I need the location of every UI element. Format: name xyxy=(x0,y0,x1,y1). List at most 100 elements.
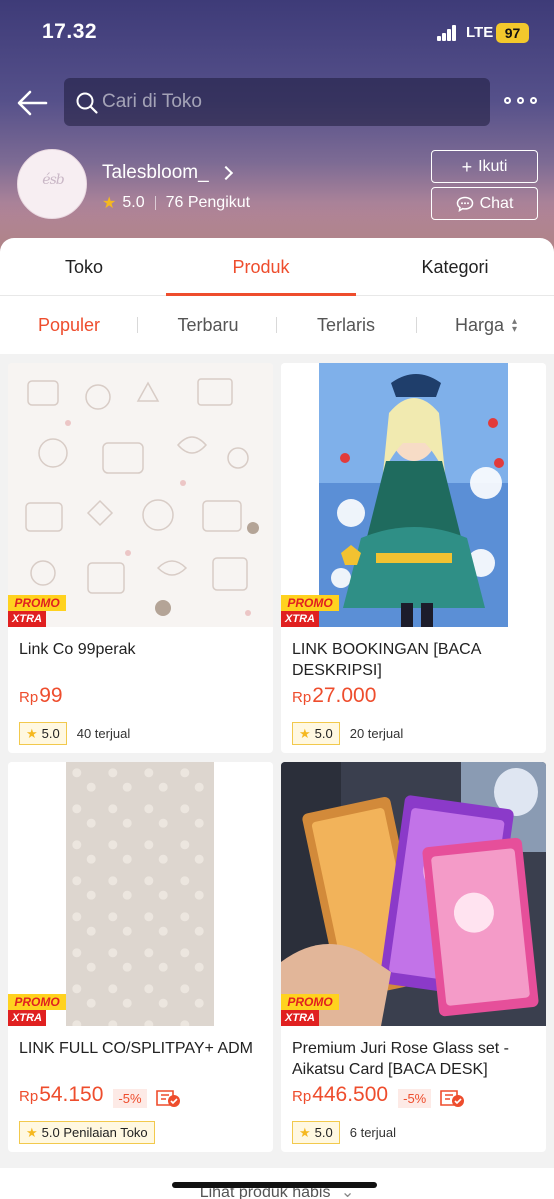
shop-rating: 5.0 xyxy=(122,194,145,211)
chat-button[interactable]: Chat xyxy=(431,187,538,220)
product-price: Rp 54.150 -5% xyxy=(19,1083,181,1113)
product-title: LINK BOOKINGAN [BACA DESKRIPSI] xyxy=(292,641,481,679)
xtra-label: XTRA xyxy=(8,1010,46,1026)
product-title: LINK FULL CO/SPLITPAY+ ADM xyxy=(19,1040,253,1057)
trading-cards-image xyxy=(281,762,546,1026)
rating-badge: ★ 5.0 xyxy=(292,722,340,745)
sort-bar: Populer Terbaru Terlaris Harga ▴ ▾ xyxy=(0,296,554,354)
product-card[interactable]: PROMO XTRA LINK FULL CO/SPLITPAY+ ADM Rp… xyxy=(8,762,273,1152)
price-value: 27.000 xyxy=(312,684,377,707)
plus-icon: + xyxy=(461,156,473,177)
more-dot xyxy=(517,97,524,104)
product-title: Premium Juri Rose Glass set - Aikatsu Ca… xyxy=(292,1040,509,1078)
sold-count: 40 terjual xyxy=(76,726,131,741)
product-image: PROMO XTRA xyxy=(281,363,546,627)
follow-button[interactable]: + Ikuti xyxy=(431,150,538,183)
chat-icon xyxy=(456,196,473,212)
rating-badge: ★ 5.0 xyxy=(19,722,67,745)
star-icon: ★ xyxy=(26,1124,38,1140)
product-price: Rp 27.000 xyxy=(292,684,376,714)
rating-badge: ★ 5.0 xyxy=(292,1121,340,1144)
discount-badge: -5% xyxy=(398,1088,432,1108)
sort-terlaris[interactable]: Terlaris xyxy=(286,296,406,354)
xtra-label: XTRA xyxy=(281,1010,319,1026)
rating-value: 5.0 xyxy=(314,1125,333,1140)
tab-kategori[interactable]: Kategori xyxy=(385,238,525,296)
sort-harga-label: Harga xyxy=(454,315,504,335)
network-type: LTE xyxy=(466,24,494,41)
search-box[interactable] xyxy=(64,78,490,126)
shop-info: ésb Talesbloom_ ★ 5.0 76 Pengikut + Ikut… xyxy=(0,146,554,226)
star-icon: ★ xyxy=(299,725,311,741)
divider xyxy=(276,317,277,333)
sort-populer[interactable]: Populer xyxy=(8,296,130,354)
star-icon: ★ xyxy=(102,195,117,212)
follow-label: Ikuti xyxy=(478,157,508,175)
promo-label: PROMO xyxy=(8,595,66,611)
search-input[interactable] xyxy=(102,78,472,126)
discount-badge: -5% xyxy=(113,1088,147,1108)
shop-name-link[interactable]: Talesbloom_ xyxy=(102,160,233,186)
promo-label: PROMO xyxy=(281,595,339,611)
product-card[interactable]: PROMO XTRA Premium Juri Rose Glass set -… xyxy=(281,762,546,1152)
rating-value: 5.0 xyxy=(314,726,333,741)
more-dots-icon xyxy=(504,97,511,104)
price-currency: Rp xyxy=(19,1088,39,1105)
star-icon: ★ xyxy=(299,1124,311,1140)
star-icon: ★ xyxy=(26,725,38,741)
sold-count: 6 terjual xyxy=(349,1125,396,1140)
more-options-button[interactable] xyxy=(504,90,540,114)
divider xyxy=(137,317,138,333)
xtra-label: XTRA xyxy=(281,611,319,627)
shop-stats: ★ 5.0 76 Pengikut xyxy=(102,193,250,213)
price-value: 54.150 xyxy=(39,1083,104,1106)
status-time: 17.32 xyxy=(42,20,98,43)
shop-name: Talesbloom_ xyxy=(102,162,209,183)
battery-icon: 97 xyxy=(496,23,529,43)
sold-count: 20 terjual xyxy=(349,726,404,741)
signal-icon xyxy=(437,25,457,41)
back-arrow-icon xyxy=(17,90,48,116)
tab-produk[interactable]: Produk xyxy=(166,238,356,296)
chevron-right-icon xyxy=(218,165,233,181)
sort-terbaru[interactable]: Terbaru xyxy=(148,296,268,354)
back-button[interactable] xyxy=(14,84,52,122)
promo-xtra-badge: PROMO XTRA xyxy=(8,595,66,627)
product-price: Rp 99 xyxy=(19,684,63,714)
rating-badge: ★ 5.0 Penilaian Toko xyxy=(19,1121,155,1144)
tab-toko[interactable]: Toko xyxy=(24,238,144,296)
product-image: PROMO XTRA xyxy=(281,762,546,1026)
price-currency: Rp xyxy=(19,689,39,706)
cod-shipping-icon xyxy=(440,1090,465,1107)
promo-xtra-badge: PROMO XTRA xyxy=(281,994,339,1026)
sort-harga[interactable]: Harga ▴ ▾ xyxy=(426,296,546,354)
home-indicator xyxy=(172,1182,377,1188)
anime-character-image xyxy=(281,363,546,627)
rating-value: 5.0 Penilaian Toko xyxy=(41,1125,148,1140)
search-icon xyxy=(76,92,98,114)
divider xyxy=(154,196,156,210)
pattern-image xyxy=(8,363,273,627)
rating-row: ★ 5.0 40 terjual xyxy=(19,722,130,745)
product-image: PROMO XTRA xyxy=(8,363,273,627)
status-bar: 17.32 LTE 97 xyxy=(0,0,554,66)
xtra-label: XTRA xyxy=(8,611,46,627)
price-value: 99 xyxy=(39,684,63,707)
promo-label: PROMO xyxy=(8,994,66,1010)
promo-label: PROMO xyxy=(281,994,339,1010)
product-image: PROMO XTRA xyxy=(8,762,273,1026)
rating-value: 5.0 xyxy=(41,726,60,741)
shop-followers: 76 Pengikut xyxy=(165,194,251,211)
shop-avatar[interactable]: ésb xyxy=(17,149,87,219)
top-nav xyxy=(0,74,554,130)
lace-pattern xyxy=(66,762,214,1026)
product-card[interactable]: PROMO XTRA Link Co 99perak Rp 99 ★ 5.0 4… xyxy=(8,363,273,753)
product-card[interactable]: PROMO XTRA LINK BOOKINGAN [BACA DESKRIPS… xyxy=(281,363,546,753)
rating-row: ★ 5.0 20 terjual xyxy=(292,722,403,745)
cod-shipping-icon xyxy=(155,1090,180,1107)
promo-xtra-badge: PROMO XTRA xyxy=(8,994,66,1026)
rating-row: ★ 5.0 Penilaian Toko xyxy=(19,1121,165,1144)
price-currency: Rp xyxy=(292,1088,312,1105)
product-title: Link Co 99perak xyxy=(19,641,136,658)
price-value: 446.500 xyxy=(312,1083,389,1106)
